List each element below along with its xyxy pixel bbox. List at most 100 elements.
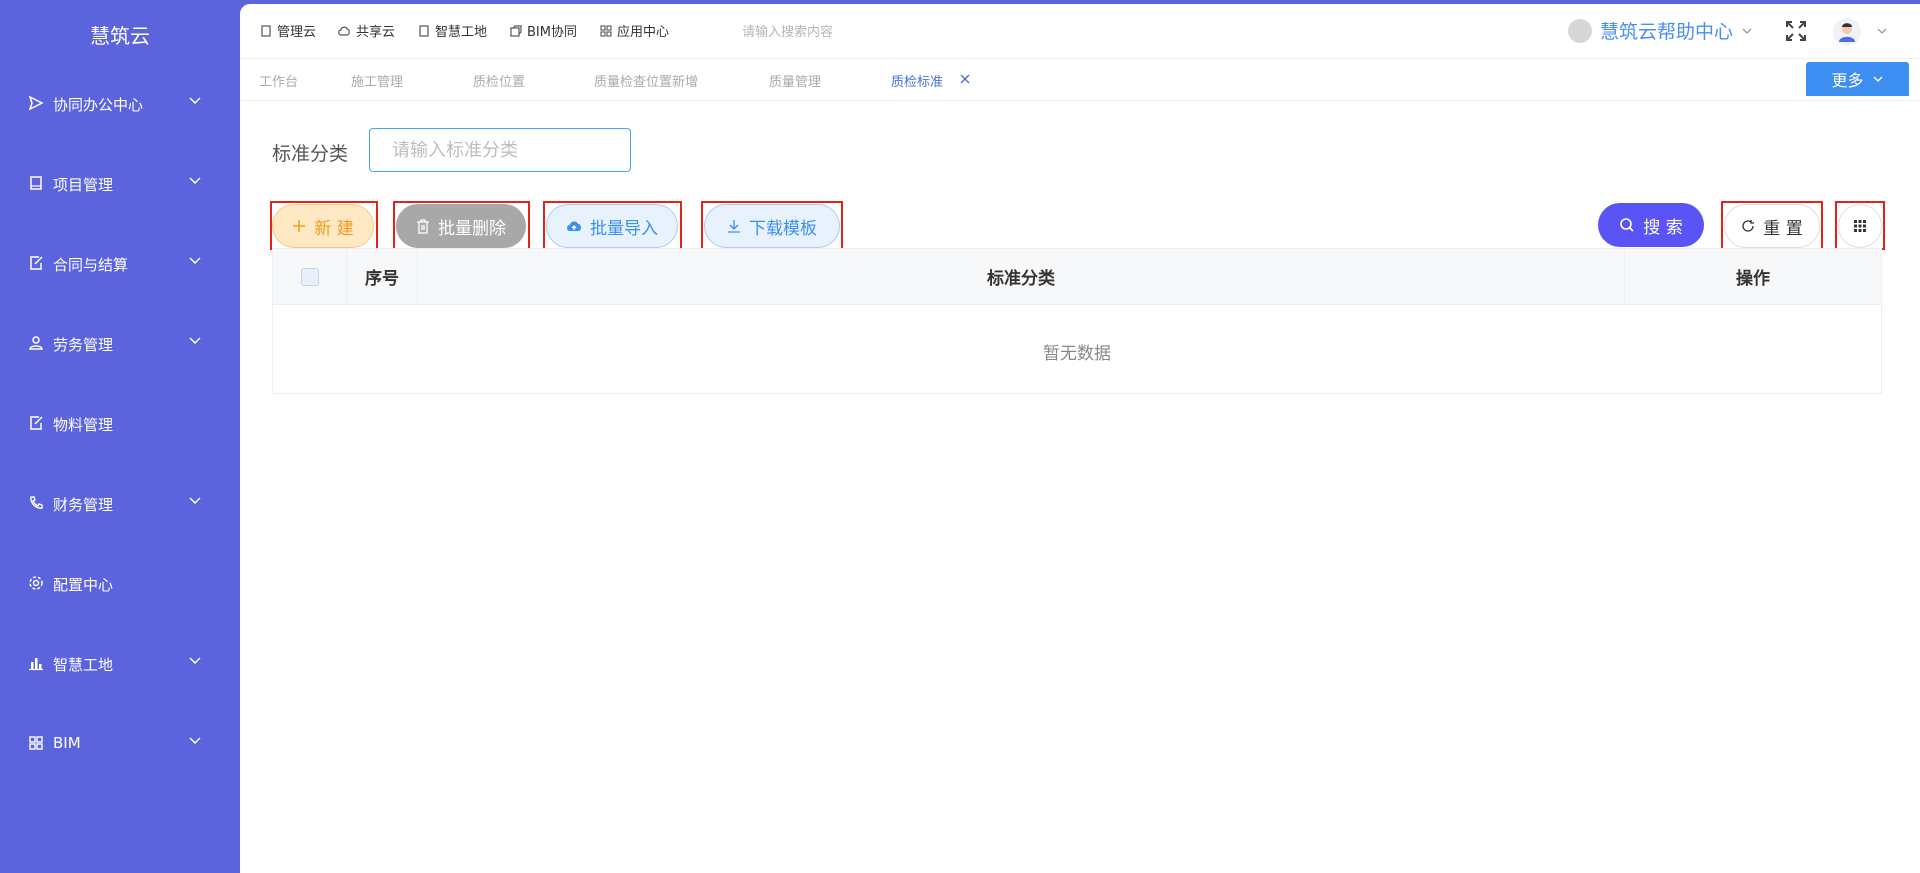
chevron-down-icon bbox=[188, 254, 202, 268]
empty-state-text: 暂无数据 bbox=[1043, 344, 1111, 364]
top-link-bim-collab[interactable]: BIM协同 bbox=[510, 21, 577, 40]
search-icon bbox=[1619, 217, 1635, 233]
brand-logo: 慧筑云 bbox=[90, 24, 150, 48]
sidebar-item-label: 物料管理 bbox=[53, 416, 114, 434]
help-center-icon bbox=[1568, 18, 1592, 43]
help-center-label: 慧筑云帮助中心 bbox=[1600, 21, 1734, 43]
search-button-label: 搜 索 bbox=[1643, 217, 1683, 238]
worker-icon bbox=[28, 335, 44, 351]
more-tabs-button[interactable]: 更多 bbox=[1806, 62, 1909, 96]
chevron-down-icon bbox=[188, 174, 202, 188]
book-icon bbox=[418, 24, 430, 37]
column-header-category: 标准分类 bbox=[987, 269, 1055, 289]
global-search-input[interactable] bbox=[740, 18, 984, 46]
select-all-checkbox[interactable] bbox=[300, 267, 319, 286]
sidebar-item-smart-site[interactable]: 智慧工地 bbox=[0, 644, 240, 684]
top-bar: 管理云 共享云 智慧工地 BIM协同 应用中心 慧筑云帮助中心 bbox=[240, 4, 1920, 59]
standard-category-input[interactable] bbox=[369, 128, 631, 172]
tab-inspection-location[interactable]: 质检位置 bbox=[473, 71, 525, 90]
refresh-icon bbox=[1741, 219, 1755, 233]
tab-workbench[interactable]: 工作台 bbox=[259, 71, 298, 90]
download-template-button[interactable]: 下载模板 bbox=[704, 204, 840, 248]
standards-table: 序号 标准分类 操作 暂无数据 bbox=[272, 248, 1882, 394]
top-link-management-cloud[interactable]: 管理云 bbox=[260, 21, 316, 40]
sidebar-item-label: 财务管理 bbox=[53, 496, 114, 514]
batch-import-button[interactable]: 批量导入 bbox=[546, 204, 678, 248]
top-link-smart-site[interactable]: 智慧工地 bbox=[418, 21, 487, 40]
top-link-label: 智慧工地 bbox=[435, 25, 488, 40]
tab-quality-management[interactable]: 质量管理 bbox=[769, 71, 821, 90]
cloud-upload-icon bbox=[566, 219, 582, 233]
tab-construction-management[interactable]: 施工管理 bbox=[351, 71, 403, 90]
chevron-down-icon bbox=[188, 654, 202, 668]
top-link-label: 共享云 bbox=[356, 25, 396, 40]
chevron-down-icon bbox=[188, 494, 202, 508]
close-icon[interactable] bbox=[958, 72, 972, 86]
sidebar-item-label: 智慧工地 bbox=[53, 656, 114, 674]
sidebar-item-bim[interactable]: BIM bbox=[0, 724, 240, 764]
top-link-app-center[interactable]: 应用中心 bbox=[600, 21, 669, 40]
fullscreen-icon[interactable] bbox=[1783, 18, 1809, 44]
sidebar-item-label: 配置中心 bbox=[53, 576, 114, 594]
reset-button[interactable]: 重 置 bbox=[1724, 204, 1820, 248]
grid-icon bbox=[1853, 219, 1867, 233]
sidebar-item-label: BIM bbox=[53, 734, 81, 752]
top-link-label: 管理云 bbox=[277, 25, 317, 40]
sidebar-item-label: 劳务管理 bbox=[53, 336, 114, 354]
sidebar-item-material-management[interactable]: 物料管理 bbox=[0, 404, 240, 444]
sidebar-item-project-management[interactable]: 项目管理 bbox=[0, 164, 240, 204]
sidebar-item-label: 合同与结算 bbox=[53, 256, 129, 274]
batch-delete-button[interactable]: 批量删除 bbox=[396, 204, 526, 248]
standard-category-label: 标准分类 bbox=[272, 143, 349, 165]
download-template-label: 下载模板 bbox=[749, 218, 817, 239]
column-header-index: 序号 bbox=[365, 269, 399, 289]
new-button[interactable]: 新 建 bbox=[272, 204, 374, 248]
reset-button-label: 重 置 bbox=[1763, 218, 1803, 239]
cloud-icon bbox=[338, 25, 351, 37]
top-link-label: BIM协同 bbox=[527, 25, 577, 40]
avatar[interactable] bbox=[1833, 18, 1861, 46]
main-panel: 管理云 共享云 智慧工地 BIM协同 应用中心 慧筑云帮助中心 bbox=[240, 4, 1920, 873]
book-icon bbox=[28, 175, 44, 191]
sidebar-item-config-center[interactable]: 配置中心 bbox=[0, 564, 240, 604]
tab-bar: 工作台 施工管理 质检位置 质量检查位置新增 质量管理 质检标准 bbox=[240, 58, 1920, 101]
sidebar-item-contract-settlement[interactable]: 合同与结算 bbox=[0, 244, 240, 284]
sidebar-item-collab-office[interactable]: 协同办公中心 bbox=[0, 84, 240, 124]
batch-delete-label: 批量删除 bbox=[438, 218, 506, 239]
grid-icon bbox=[28, 735, 44, 751]
edit-doc-icon bbox=[28, 255, 44, 271]
sidebar: 慧筑云 协同办公中心 项目管理 合同与结算 劳务管理 物料管理 财务管理 配置中… bbox=[0, 0, 240, 873]
chevron-down-icon bbox=[1741, 25, 1753, 37]
tab-inspection-location-add[interactable]: 质量检查位置新增 bbox=[594, 71, 698, 90]
new-button-label: 新 建 bbox=[314, 218, 354, 239]
select-all-cell bbox=[273, 249, 346, 304]
column-header-actions: 操作 bbox=[1736, 269, 1770, 289]
edit-doc-icon bbox=[28, 415, 44, 431]
plus-icon bbox=[292, 219, 306, 233]
table-header: 序号 标准分类 操作 bbox=[273, 249, 1881, 305]
phone-icon bbox=[28, 495, 44, 511]
download-icon bbox=[727, 219, 741, 233]
chevron-down-icon[interactable] bbox=[1876, 25, 1888, 37]
chevron-down-icon bbox=[188, 334, 202, 348]
search-button[interactable]: 搜 索 bbox=[1598, 203, 1704, 247]
sidebar-item-finance-management[interactable]: 财务管理 bbox=[0, 484, 240, 524]
help-center-link[interactable]: 慧筑云帮助中心 bbox=[1568, 17, 1753, 44]
column-settings-button[interactable] bbox=[1838, 204, 1882, 248]
tab-inspection-standard[interactable]: 质检标准 bbox=[891, 71, 943, 90]
sidebar-item-label: 协同办公中心 bbox=[53, 96, 144, 114]
chevron-down-icon bbox=[188, 94, 202, 108]
bar-chart-icon bbox=[28, 655, 44, 671]
book-icon bbox=[260, 24, 272, 37]
trash-icon bbox=[416, 218, 430, 234]
gear-icon bbox=[28, 575, 44, 591]
top-link-label: 应用中心 bbox=[617, 25, 670, 40]
chevron-down-icon bbox=[188, 734, 202, 748]
sidebar-item-label: 项目管理 bbox=[53, 176, 114, 194]
cube-icon bbox=[510, 24, 522, 37]
top-link-shared-cloud[interactable]: 共享云 bbox=[338, 21, 395, 40]
chevron-down-icon bbox=[1872, 73, 1884, 85]
batch-import-label: 批量导入 bbox=[590, 218, 658, 239]
send-icon bbox=[28, 95, 44, 111]
sidebar-item-labor-management[interactable]: 劳务管理 bbox=[0, 324, 240, 364]
